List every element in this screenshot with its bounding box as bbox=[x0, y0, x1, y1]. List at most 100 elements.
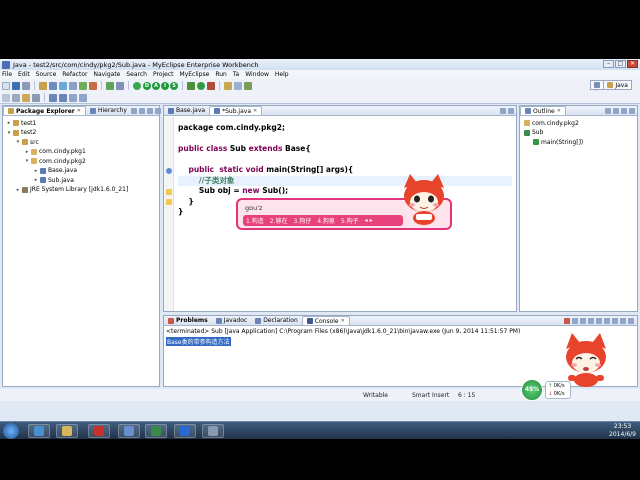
next-annotation-icon[interactable] bbox=[49, 93, 57, 102]
open-type-icon[interactable] bbox=[234, 81, 242, 90]
tree-item[interactable]: ▸ test1 bbox=[7, 119, 37, 127]
maximize-button[interactable]: □ bbox=[615, 60, 626, 68]
i-button[interactable]: I bbox=[161, 81, 169, 90]
tab-console[interactable]: Console ✕ bbox=[301, 316, 350, 325]
expanded-arrow-icon[interactable]: ▾ bbox=[7, 130, 11, 136]
link-icon[interactable] bbox=[116, 81, 124, 90]
back-icon[interactable] bbox=[69, 93, 77, 102]
ime-candidate[interactable]: 3.狗仔 bbox=[293, 216, 311, 225]
tool-icon[interactable] bbox=[89, 81, 97, 90]
ime-candidate[interactable]: 4.狗崽 bbox=[317, 216, 335, 225]
taskbar-app-2[interactable] bbox=[56, 424, 78, 438]
menu-file[interactable]: File bbox=[2, 71, 12, 78]
collapse-all-icon[interactable] bbox=[130, 108, 137, 114]
server-icon[interactable] bbox=[39, 81, 47, 90]
remove-launch-icon[interactable] bbox=[572, 318, 578, 324]
close-button[interactable]: ✕ bbox=[627, 60, 638, 68]
menu-ta[interactable]: Ta bbox=[233, 71, 239, 78]
tab-hierarchy[interactable]: Hierarchy bbox=[86, 106, 131, 115]
tab-problems[interactable]: Problems bbox=[164, 316, 212, 325]
system-clock[interactable]: 23:53 2014/6/9 bbox=[609, 423, 636, 439]
highlight-icon[interactable] bbox=[22, 93, 30, 102]
tab-outline[interactable]: Outline ✕ bbox=[520, 106, 566, 115]
browser-icon[interactable] bbox=[59, 81, 67, 90]
collapse-marker-icon[interactable] bbox=[166, 168, 172, 174]
view-menu-icon[interactable] bbox=[629, 108, 635, 114]
ime-candidate[interactable]: 1.构造 bbox=[246, 216, 264, 225]
code-line[interactable] bbox=[178, 155, 512, 166]
tab-declaration[interactable]: Declaration bbox=[251, 316, 302, 325]
deploy-icon[interactable] bbox=[49, 81, 57, 90]
minimize-editor-icon[interactable] bbox=[500, 108, 506, 114]
collapsed-arrow-icon[interactable]: ▸ bbox=[34, 177, 38, 183]
tree-item[interactable]: ▾ test2 bbox=[7, 129, 37, 137]
tree-item[interactable]: main(String[]) bbox=[533, 138, 583, 146]
menu-help[interactable]: Help bbox=[275, 71, 289, 78]
menu-navigate[interactable]: Navigate bbox=[93, 71, 120, 78]
hide-fields-icon[interactable] bbox=[613, 108, 619, 114]
external-tools-icon[interactable] bbox=[207, 81, 215, 90]
close-icon[interactable]: ✕ bbox=[557, 108, 561, 114]
ime-candidate[interactable]: 5.构子 bbox=[341, 216, 359, 225]
perspective-java-button[interactable]: Java bbox=[603, 80, 632, 90]
show-whitespace-icon[interactable] bbox=[32, 93, 40, 102]
ime-candidate[interactable]: 2.够在 bbox=[270, 216, 288, 225]
taskbar-app-4[interactable] bbox=[118, 424, 140, 438]
a-button[interactable]: A bbox=[152, 81, 160, 90]
tab-base-java[interactable]: Base.java bbox=[164, 106, 209, 115]
menu-source[interactable]: Source bbox=[36, 71, 57, 78]
open-perspective-button[interactable] bbox=[590, 80, 604, 90]
new-class-icon[interactable] bbox=[224, 81, 232, 90]
taskbar-app-6[interactable] bbox=[174, 424, 196, 438]
scroll-lock-icon[interactable] bbox=[588, 318, 594, 324]
code-line[interactable]: public class Sub extends Base{ bbox=[178, 144, 512, 155]
wizard-icon[interactable] bbox=[79, 81, 87, 90]
hide-static-icon[interactable] bbox=[621, 108, 627, 114]
code-line[interactable]: public static void main(String[] args){ bbox=[178, 165, 512, 176]
collapsed-arrow-icon[interactable]: ▸ bbox=[16, 187, 20, 193]
prev-annotation-icon[interactable] bbox=[59, 93, 67, 102]
memory-percent[interactable]: 45% bbox=[521, 379, 543, 401]
tree-item[interactable]: ▾ com.cindy.pkg2 bbox=[25, 157, 86, 165]
menu-window[interactable]: Window bbox=[245, 71, 269, 78]
menu-edit[interactable]: Edit bbox=[18, 71, 30, 78]
close-icon[interactable]: ✕ bbox=[77, 108, 81, 114]
tree-item[interactable]: com.cindy.pkg2 bbox=[524, 119, 579, 127]
close-icon[interactable]: ✕ bbox=[253, 108, 257, 114]
tab-javadoc[interactable]: Javadoc bbox=[212, 316, 251, 325]
close-icon[interactable]: ✕ bbox=[341, 318, 345, 324]
save-icon[interactable] bbox=[12, 81, 20, 90]
link-with-editor-icon[interactable] bbox=[138, 108, 145, 114]
s-button[interactable]: S bbox=[170, 81, 178, 90]
tree-item[interactable]: ▸ JRE System Library [jdk1.6.0_21] bbox=[16, 186, 129, 194]
clear-console-icon[interactable] bbox=[580, 318, 586, 324]
web-icon[interactable] bbox=[69, 81, 77, 90]
tab-sub-java[interactable]: *Sub.java ✕ bbox=[209, 106, 263, 115]
toggle-mark-icon[interactable] bbox=[2, 93, 10, 102]
start-button[interactable] bbox=[3, 423, 19, 439]
menu-search[interactable]: Search bbox=[126, 71, 147, 78]
minimize-button[interactable]: – bbox=[603, 60, 614, 68]
open-console-icon[interactable] bbox=[612, 318, 618, 324]
menu-run[interactable]: Run bbox=[215, 71, 227, 78]
collapsed-arrow-icon[interactable]: ▸ bbox=[7, 120, 11, 126]
expanded-arrow-icon[interactable]: ▾ bbox=[25, 158, 29, 164]
view-menu-icon[interactable] bbox=[146, 108, 153, 114]
taskbar-app-5[interactable] bbox=[145, 424, 167, 438]
code-line[interactable] bbox=[178, 134, 512, 145]
menu-refactor[interactable]: Refactor bbox=[62, 71, 87, 78]
taskbar-app-3[interactable] bbox=[88, 424, 110, 438]
new-icon[interactable] bbox=[2, 81, 10, 90]
tree-item[interactable]: Sub bbox=[524, 129, 543, 137]
maximize-editor-icon[interactable] bbox=[508, 108, 514, 114]
sort-icon[interactable] bbox=[605, 108, 611, 114]
taskbar-app-7[interactable] bbox=[202, 424, 224, 438]
expanded-arrow-icon[interactable]: ▾ bbox=[16, 139, 20, 145]
ime-page-arrows[interactable]: ◂ ▸ bbox=[365, 217, 373, 224]
search-icon[interactable] bbox=[244, 81, 252, 90]
minimize-view-icon[interactable] bbox=[620, 318, 626, 324]
tab-package-explorer[interactable]: Package Explorer ✕ bbox=[3, 106, 86, 115]
pin-console-icon[interactable] bbox=[596, 318, 602, 324]
maximize-view-icon[interactable] bbox=[628, 318, 634, 324]
minimize-view-icon[interactable] bbox=[154, 108, 161, 114]
